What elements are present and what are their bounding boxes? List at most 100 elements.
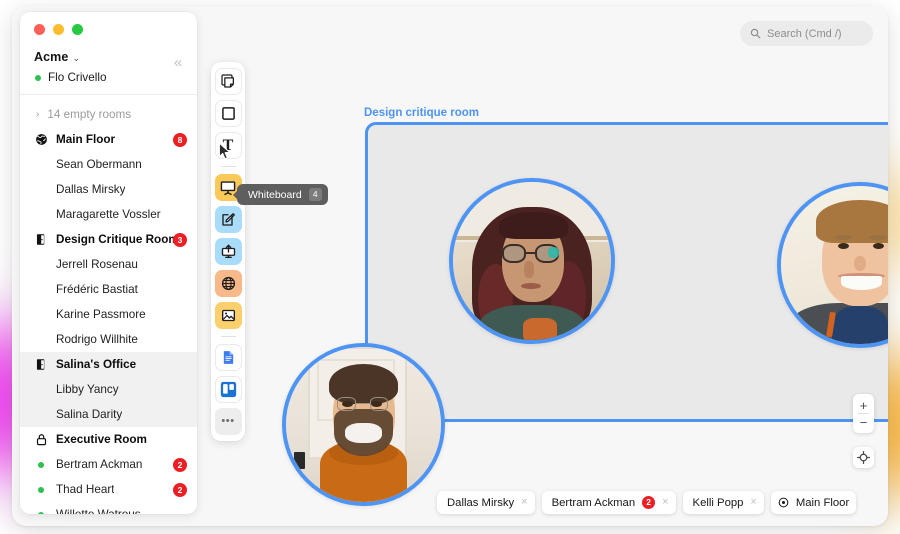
empty-rooms-toggle[interactable]: › 14 empty rooms	[20, 102, 197, 127]
online-status-dot	[37, 511, 44, 514]
sidebar-room-label: Salina's Office	[56, 358, 137, 371]
whiteboard-tooltip: Whiteboard 4	[237, 184, 328, 205]
sidebar-person-dallas-mirsky[interactable]: Dallas Mirsky	[20, 177, 197, 202]
bottom-pill-label: Bertram Ackman	[551, 496, 636, 509]
sidebar-person-fr-d-ric-bastiat[interactable]: Frédéric Bastiat	[20, 277, 197, 302]
trello-icon[interactable]	[214, 376, 242, 403]
bottom-pill-bar: Dallas Mirsky × Bertram Ackman 2 × Kelli Popp…	[437, 491, 857, 514]
room-nav-list: › 14 empty rooms Main Floor 8 Sean Oberman…	[20, 98, 197, 514]
sidebar-person-libby-yancy[interactable]: Libby Yancy	[20, 377, 197, 402]
empty-rooms-label: 14 empty rooms	[47, 108, 132, 121]
sidebar-person-bertram-ackman[interactable]: Bertram Ackman 2	[20, 452, 197, 477]
bottom-pill-kelli-popp[interactable]: Kelli Popp ×	[682, 491, 764, 514]
bertram-ackman-face	[286, 347, 441, 502]
online-status-dot	[35, 74, 41, 81]
sidebar-person-rodrigo-willhite[interactable]: Rodrigo Willhite	[20, 327, 197, 352]
window-traffic-lights	[34, 24, 83, 35]
globe-tool-icon[interactable]	[214, 270, 242, 297]
sidebar-room-main-floor[interactable]: Main Floor 8	[20, 127, 197, 152]
lock-icon-wrap	[34, 433, 49, 446]
sidebar-person-jerrell-rosenau[interactable]: Jerrell Rosenau	[20, 252, 197, 277]
globe-icon	[36, 134, 47, 145]
zoom-out-button[interactable]: −	[853, 414, 874, 430]
sidebar-room-label: Design Critique Room	[56, 233, 179, 246]
main-canvas[interactable]: Search (Cmd /) Design critique room T ••…	[197, 6, 888, 526]
sidebar-person-label: Dallas Mirsky	[56, 183, 126, 196]
sidebar-person-label: Bertram Ackman	[56, 458, 143, 471]
image-icon[interactable]	[214, 302, 242, 329]
globe-icon-wrap	[34, 133, 49, 146]
close-icon[interactable]: ×	[750, 497, 756, 508]
door-icon-wrap	[34, 233, 49, 246]
unread-badge: 3	[173, 232, 187, 247]
door-icon-wrap	[34, 358, 49, 371]
mouse-cursor-icon	[218, 142, 231, 160]
pin-icon	[778, 497, 789, 508]
tooltip-label: Whiteboard	[248, 188, 302, 201]
online-status-dot	[37, 486, 44, 493]
unread-badge: 8	[173, 132, 187, 147]
chevron-right-icon: ›	[36, 109, 40, 120]
close-icon[interactable]: ×	[521, 497, 527, 508]
org-switcher[interactable]: Acme ⌄	[34, 50, 183, 64]
bottom-pill-label: Main Floor	[795, 496, 850, 509]
sidebar-person-label: Libby Yancy	[56, 383, 119, 396]
zoom-in-button[interactable]: +	[853, 397, 874, 413]
bottom-pill-dallas-mirsky[interactable]: Dallas Mirsky ×	[437, 491, 535, 514]
sidebar-person-karine-passmore[interactable]: Karine Passmore	[20, 302, 197, 327]
current-user-name: Flo Crivello	[48, 71, 107, 84]
current-user-row[interactable]: Flo Crivello	[34, 71, 183, 84]
pill-badge: 2	[642, 496, 656, 509]
rectangle-icon[interactable]	[214, 100, 242, 127]
sidebar-person-label: Frédéric Bastiat	[56, 283, 138, 296]
more-icon[interactable]: •••	[214, 408, 242, 435]
sidebar-person-label: Sean Obermann	[56, 158, 142, 171]
sidebar-person-label: Maragarette Vossler	[56, 208, 161, 221]
sidebar-person-willette-watrous[interactable]: Willette Watrous	[20, 502, 197, 514]
sidebar-person-thad-heart[interactable]: Thad Heart 2	[20, 477, 197, 502]
close-icon[interactable]: ×	[662, 497, 668, 508]
sidebar-person-salina-darity[interactable]: Salina Darity	[20, 402, 197, 427]
bottom-pill-main-floor[interactable]: Main Floor	[770, 491, 857, 514]
search-icon	[750, 28, 761, 39]
search-input[interactable]: Search (Cmd /)	[740, 21, 873, 46]
rail-divider-bottom	[220, 336, 236, 337]
sidebar: Acme ⌄ « Flo Crivello › 14 empty rooms M…	[20, 12, 197, 514]
tooltip-shortcut: 4	[308, 188, 322, 201]
online-status-wrap	[34, 511, 47, 514]
sidebar-person-label: Rodrigo Willhite	[56, 333, 138, 346]
unread-badge: 2	[173, 457, 187, 472]
center-participant-face	[453, 182, 611, 340]
sidebar-person-label: Willette Watrous	[56, 508, 141, 514]
bottom-pill-bertram-ackman[interactable]: Bertram Ackman 2 ×	[541, 491, 676, 514]
maximize-window-button[interactable]	[72, 24, 83, 35]
sidebar-person-label: Salina Darity	[56, 408, 123, 421]
close-window-button[interactable]	[34, 24, 45, 35]
online-status-wrap	[34, 461, 47, 468]
door-icon	[36, 234, 45, 245]
rail-divider-top	[220, 166, 236, 167]
google-docs-icon[interactable]	[214, 344, 242, 371]
app-window: Search (Cmd /) Design critique room T ••…	[12, 6, 888, 526]
recenter-button[interactable]	[853, 447, 874, 468]
online-status-dot	[37, 461, 44, 468]
door-icon	[36, 359, 45, 370]
sticky-note-icon[interactable]	[214, 68, 242, 95]
minimize-window-button[interactable]	[53, 24, 64, 35]
sidebar-room-salina-s-office[interactable]: Salina's Office	[20, 352, 197, 377]
draw-icon[interactable]	[214, 206, 242, 233]
sidebar-room-executive-room[interactable]: Executive Room	[20, 427, 197, 452]
bertram-ackman-video[interactable]	[282, 343, 445, 506]
sidebar-person-maragarette-vossler[interactable]: Maragarette Vossler	[20, 202, 197, 227]
right-participant-video[interactable]	[777, 182, 888, 348]
sidebar-room-design-critique-room[interactable]: Design Critique Room 3	[20, 227, 197, 252]
org-header: Acme ⌄ « Flo Crivello	[20, 44, 197, 95]
center-participant-video[interactable]	[449, 178, 615, 344]
sidebar-person-sean-obermann[interactable]: Sean Obermann	[20, 152, 197, 177]
collapse-sidebar-icon[interactable]: «	[169, 54, 187, 72]
chevron-down-icon: ⌄	[72, 52, 80, 63]
sidebar-person-label: Thad Heart	[56, 483, 115, 496]
online-status-wrap	[34, 486, 47, 493]
sidebar-room-label: Executive Room	[56, 433, 147, 446]
screenshare-icon[interactable]	[214, 238, 242, 265]
